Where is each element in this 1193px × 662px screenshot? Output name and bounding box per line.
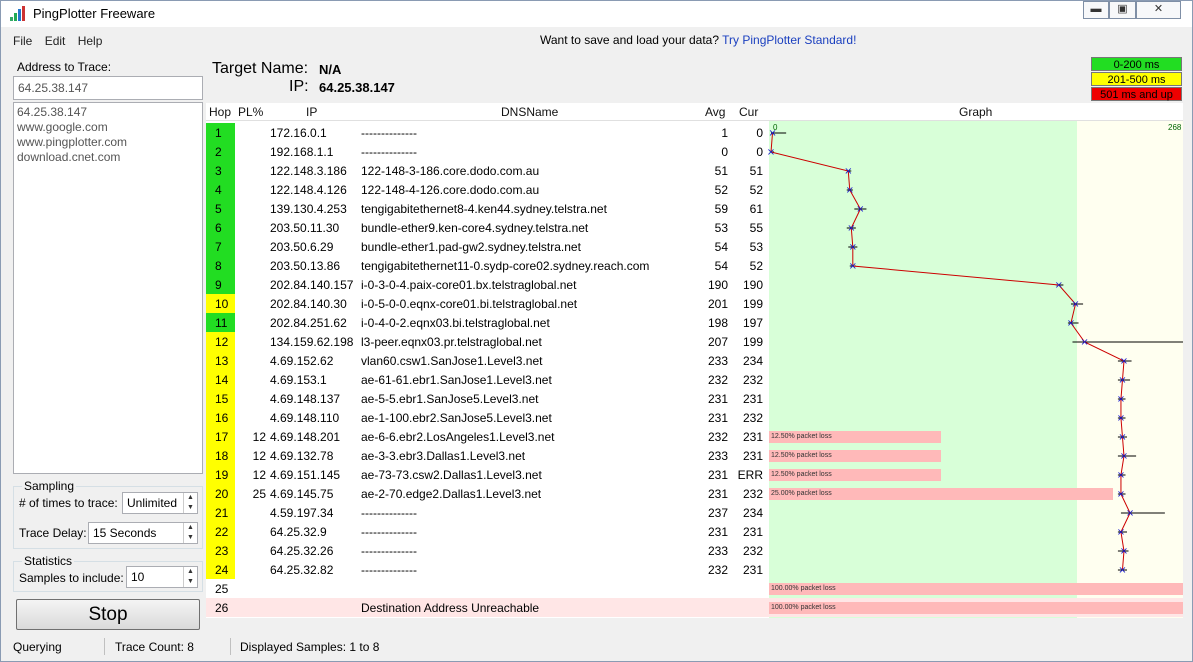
maximize-icon: ▣ (1117, 3, 1128, 15)
latency-point: × (1080, 337, 1088, 348)
latency-point: × (1055, 280, 1063, 291)
times-to-trace-select[interactable]: Unlimited ▲ ▼ (122, 492, 198, 514)
menu-bar: File Edit Help (13, 34, 111, 52)
title-bar: PingPlotter Freeware ▬ ▣ ✕ (1, 1, 1192, 27)
address-label: Address to Trace: (17, 60, 112, 74)
promo-link[interactable]: Try PingPlotter Standard! (722, 33, 856, 47)
delay-label: Trace Delay: (19, 526, 87, 540)
statistics-group: Statistics Samples to include: 10 ▲ ▼ (13, 554, 203, 592)
status-state: Querying (7, 638, 105, 655)
legend-green: 0-200 ms (1091, 57, 1182, 71)
target-name-value: N/A (319, 62, 342, 77)
latency-point: × (1120, 356, 1128, 367)
spinner-arrows-icon[interactable]: ▲ ▼ (183, 567, 197, 587)
status-displayed: Displayed Samples: 1 to 8 (240, 640, 380, 654)
menu-help[interactable]: Help (78, 34, 103, 48)
minimize-button[interactable]: ▬ (1083, 1, 1109, 19)
target-ip-label: IP: (289, 78, 309, 95)
latency-point: × (1120, 546, 1128, 557)
menu-edit[interactable]: Edit (45, 34, 66, 48)
latency-point: × (1117, 470, 1125, 481)
samples-to-include-spinner[interactable]: 10 ▲ ▼ (126, 566, 198, 588)
sampling-group: Sampling # of times to trace: Unlimited … (13, 479, 203, 549)
spinner-arrows-icon[interactable]: ▲ ▼ (183, 523, 197, 543)
samples-label: Samples to include: (19, 571, 124, 585)
history-item[interactable]: 64.25.38.147 (17, 105, 199, 120)
window-title: PingPlotter Freeware (33, 6, 156, 21)
latency-point: × (1067, 318, 1075, 329)
delay-value: 15 Seconds (93, 526, 157, 540)
latency-point: × (1117, 413, 1125, 424)
target-ip-value: 64.25.38.147 (319, 80, 395, 95)
history-item[interactable]: www.google.com (17, 120, 199, 135)
legend-yellow: 201-500 ms (1091, 72, 1182, 86)
latency-point: × (1117, 394, 1125, 405)
history-item[interactable]: www.pingplotter.com (17, 135, 199, 150)
spinner-arrows-icon[interactable]: ▲ ▼ (183, 493, 197, 513)
samples-value: 10 (131, 570, 145, 584)
latency-point: × (1071, 299, 1079, 310)
statistics-title: Statistics (22, 554, 75, 568)
address-history-list[interactable]: 64.25.38.147 www.google.com www.pingplot… (13, 102, 203, 474)
maximize-button[interactable]: ▣ (1109, 1, 1136, 19)
latency-line (770, 132, 1131, 571)
menu-file[interactable]: File (13, 34, 32, 48)
status-bar: Querying Trace Count: 8 Displayed Sample… (1, 635, 1192, 657)
target-name-label: Target Name: (212, 60, 309, 77)
latency-point: × (1117, 489, 1125, 500)
close-button[interactable]: ✕ (1136, 1, 1181, 19)
times-label: # of times to trace: (19, 496, 118, 510)
trace-table: Hop PL% IP DNSName Avg Cur Graph 0 268 1… (206, 103, 1183, 618)
history-item[interactable]: download.cnet.com (17, 150, 199, 165)
pingplotter-app-icon (10, 6, 25, 21)
times-value: Unlimited (127, 496, 178, 510)
latency-point: × (1126, 508, 1134, 519)
latency-point: × (767, 147, 775, 158)
latency-point: × (849, 261, 857, 272)
latency-point: × (1118, 432, 1126, 443)
latency-point: × (846, 185, 854, 196)
promo-banner: Want to save and load your data? Try Pin… (540, 33, 856, 47)
stop-button[interactable]: Stop (16, 599, 200, 630)
latency-point: × (847, 223, 855, 234)
close-icon: ✕ (1153, 3, 1164, 15)
minimize-icon: ▬ (1090, 3, 1102, 15)
latency-point: × (1117, 527, 1125, 538)
status-trace-count: Trace Count: 8 (109, 638, 231, 655)
latency-point: × (1118, 565, 1126, 576)
app-window: PingPlotter Freeware ▬ ▣ ✕ File Edit Hel… (0, 0, 1193, 662)
legend-red: 501 ms and up (1091, 87, 1182, 101)
address-input[interactable] (13, 76, 203, 100)
trace-delay-select[interactable]: 15 Seconds ▲ ▼ (88, 522, 198, 544)
latency-graph: ×××××××××××××××××××××××× (767, 128, 1183, 576)
promo-text: Want to save and load your data? (540, 33, 720, 47)
latency-point: × (768, 128, 776, 139)
latency-point: × (1120, 451, 1128, 462)
latency-point: × (849, 242, 857, 253)
sampling-title: Sampling (22, 479, 77, 493)
latency-point: × (1118, 375, 1126, 386)
latency-point: × (844, 166, 852, 177)
latency-point: × (856, 204, 864, 215)
